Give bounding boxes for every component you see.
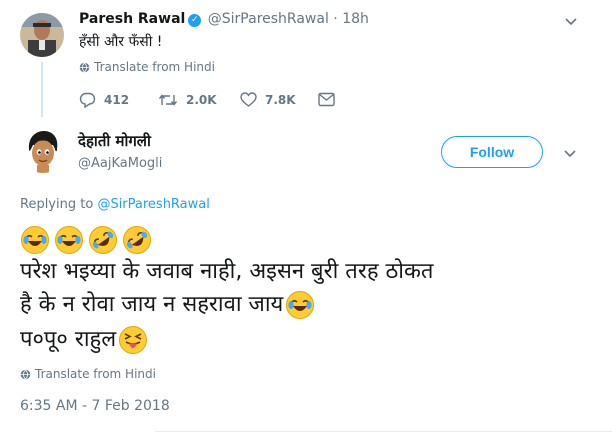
follow-button[interactable]: Follow bbox=[441, 136, 543, 168]
main-author-name[interactable]: देहाती मोगली bbox=[78, 131, 151, 151]
rofl-emoji-icon bbox=[89, 226, 117, 254]
replying-to-line: Replying to @SirPareshRawal bbox=[20, 197, 210, 212]
parent-time[interactable]: 18h bbox=[342, 11, 369, 27]
main-author-handle[interactable]: @AajKaMogli bbox=[78, 156, 162, 171]
parent-tweet-text: हँसी और फँसी ! bbox=[79, 34, 163, 50]
emoji-row bbox=[20, 225, 152, 255]
parent-author-name[interactable]: Paresh Rawal bbox=[79, 11, 185, 27]
reply-icon bbox=[79, 92, 96, 108]
verified-badge-icon: ✓ bbox=[188, 14, 202, 27]
joy-emoji-icon bbox=[286, 291, 315, 319]
envelope-icon[interactable] bbox=[318, 92, 335, 111]
rofl-emoji-icon bbox=[123, 226, 151, 254]
chevron-down-icon[interactable] bbox=[564, 14, 578, 28]
main-chevron-down-icon[interactable] bbox=[563, 146, 577, 160]
parent-translate-label: Translate from Hindi bbox=[94, 60, 215, 74]
parent-translate-link[interactable]: Translate from Hindi bbox=[79, 60, 215, 74]
reply-count: 412 bbox=[104, 93, 130, 107]
main-translate-link[interactable]: Translate from Hindi bbox=[20, 367, 156, 381]
tweet-timestamp[interactable]: 6:35 AM - 7 Feb 2018 bbox=[20, 398, 170, 414]
tweet-body-line-2-wrap: है के न रोवा जाय न सहरावा जाय bbox=[20, 290, 315, 320]
bottom-divider bbox=[155, 431, 612, 432]
joy-emoji-icon bbox=[55, 226, 83, 254]
replying-to-handle-link[interactable]: @SirPareshRawal bbox=[97, 197, 209, 212]
retweet-action[interactable]: 2.0K bbox=[158, 92, 217, 108]
tweet-body-line-2: है के न रोवा जाय न सहरावा जाय bbox=[20, 292, 284, 317]
tweet-body-line-3: प०पू० राहुल bbox=[20, 327, 117, 352]
tweet-body-line-3-wrap: प०पू० राहुल bbox=[20, 325, 148, 355]
heart-icon bbox=[240, 92, 257, 107]
parent-author-handle[interactable]: @SirPareshRawal bbox=[208, 11, 329, 27]
tweet-body-line-1: परेश भइय्या के जवाब नाही, अइसन बुरी तरह … bbox=[20, 259, 434, 284]
retweet-count: 2.0K bbox=[186, 93, 217, 107]
main-translate-label: Translate from Hindi bbox=[35, 367, 156, 381]
globe-icon bbox=[79, 62, 90, 73]
reply-action[interactable]: 412 bbox=[79, 92, 129, 108]
replying-to-label: Replying to bbox=[20, 197, 94, 212]
thread-line bbox=[41, 62, 43, 117]
avatar-paresh-rawal[interactable] bbox=[20, 13, 64, 57]
joy-emoji-icon bbox=[21, 226, 49, 254]
like-count: 7.8K bbox=[265, 92, 296, 107]
parent-separator: · bbox=[333, 11, 338, 27]
globe-icon bbox=[20, 369, 31, 380]
retweet-icon bbox=[158, 94, 178, 106]
like-action[interactable]: 7.8K bbox=[240, 92, 296, 107]
tongue-out-emoji-icon bbox=[119, 326, 148, 354]
parent-tweet-header: Paresh Rawal ✓ @SirPareshRawal · 18h bbox=[79, 11, 369, 27]
avatar-dehati-mogli[interactable] bbox=[20, 127, 66, 173]
